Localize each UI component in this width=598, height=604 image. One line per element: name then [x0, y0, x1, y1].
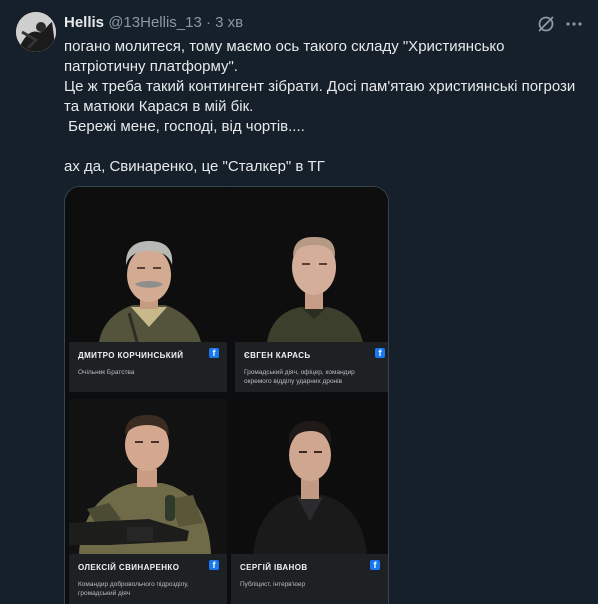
person-name: ОЛЕКСІЙ СВИНАРЕНКО	[78, 563, 180, 572]
author-handle[interactable]: @13Hellis_13	[108, 14, 202, 31]
person-role: Очільник Братства	[78, 369, 135, 376]
media-image[interactable]: ДМИТРО КОРЧИНСЬКИЙ f Очільник Братства Є…	[64, 186, 389, 604]
avatar[interactable]	[16, 12, 56, 52]
person-role: Публіцист, інтерв'юер	[240, 581, 306, 588]
facebook-icon: f	[370, 560, 380, 570]
post-time[interactable]: 3 хв	[215, 14, 243, 31]
tweet-line: патріотичну платформу".	[64, 58, 238, 75]
person-plate: ОЛЕКСІЙ СВИНАРЕНКО f Командир добровольч…	[69, 554, 227, 604]
person-role: Командир добровольчого підрозділу, грома…	[78, 581, 189, 597]
person-photo	[235, 187, 388, 342]
tweet-line: ах да, Свинаренко, це "Сталкер" в ТГ	[64, 158, 325, 175]
tweet-line: погано молитеся, тому маємо ось такого с…	[64, 38, 505, 55]
person-name: ДМИТРО КОРЧИНСЬКИЙ	[78, 351, 184, 360]
tweet-line: та матюки Карася в мій бік.	[64, 98, 254, 115]
person-photo	[69, 399, 227, 554]
person-plate: СЕРГІЙ ІВАНОВ f Публіцист, інтерв'юер	[231, 554, 388, 604]
tweet-line: Бережі мене, господі, від чортів....	[64, 118, 305, 135]
person-plate: ДМИТРО КОРЧИНСЬКИЙ f Очільник Братства	[69, 342, 227, 392]
facebook-icon: f	[209, 560, 219, 570]
person-card: ОЛЕКСІЙ СВИНАРЕНКО f Командир добровольч…	[69, 399, 227, 604]
facebook-icon: f	[209, 348, 219, 358]
person-name: ЄВГЕН КАРАСЬ	[244, 351, 311, 360]
separator-dot: ·	[206, 14, 211, 31]
tweet-text: погано молитеся, тому маємо ось такого с…	[64, 37, 584, 177]
facebook-icon: f	[375, 348, 385, 358]
person-card: СЕРГІЙ ІВАНОВ f Публіцист, інтерв'юер	[231, 399, 388, 604]
tweet-line	[64, 137, 584, 157]
person-photo	[231, 399, 388, 554]
person-card: ДМИТРО КОРЧИНСЬКИЙ f Очільник Братства	[69, 187, 227, 392]
person-photo	[69, 187, 227, 343]
grok-icon[interactable]	[536, 14, 556, 34]
more-icon[interactable]	[564, 14, 584, 34]
person-plate: ЄВГЕН КАРАСЬ f Громадський діяч, офіцер,…	[235, 342, 388, 392]
tweet-header: Hellis @13Hellis_13 · 3 хв	[64, 13, 243, 33]
tweet-line: Це ж треба такий контингент зібрати. Дос…	[64, 78, 576, 95]
author-name[interactable]: Hellis	[64, 14, 104, 31]
person-card: ЄВГЕН КАРАСЬ f Громадський діяч, офіцер,…	[235, 187, 388, 392]
person-role: Громадський діяч, офіцер, командир окрем…	[244, 369, 355, 385]
person-name: СЕРГІЙ ІВАНОВ	[240, 563, 308, 572]
